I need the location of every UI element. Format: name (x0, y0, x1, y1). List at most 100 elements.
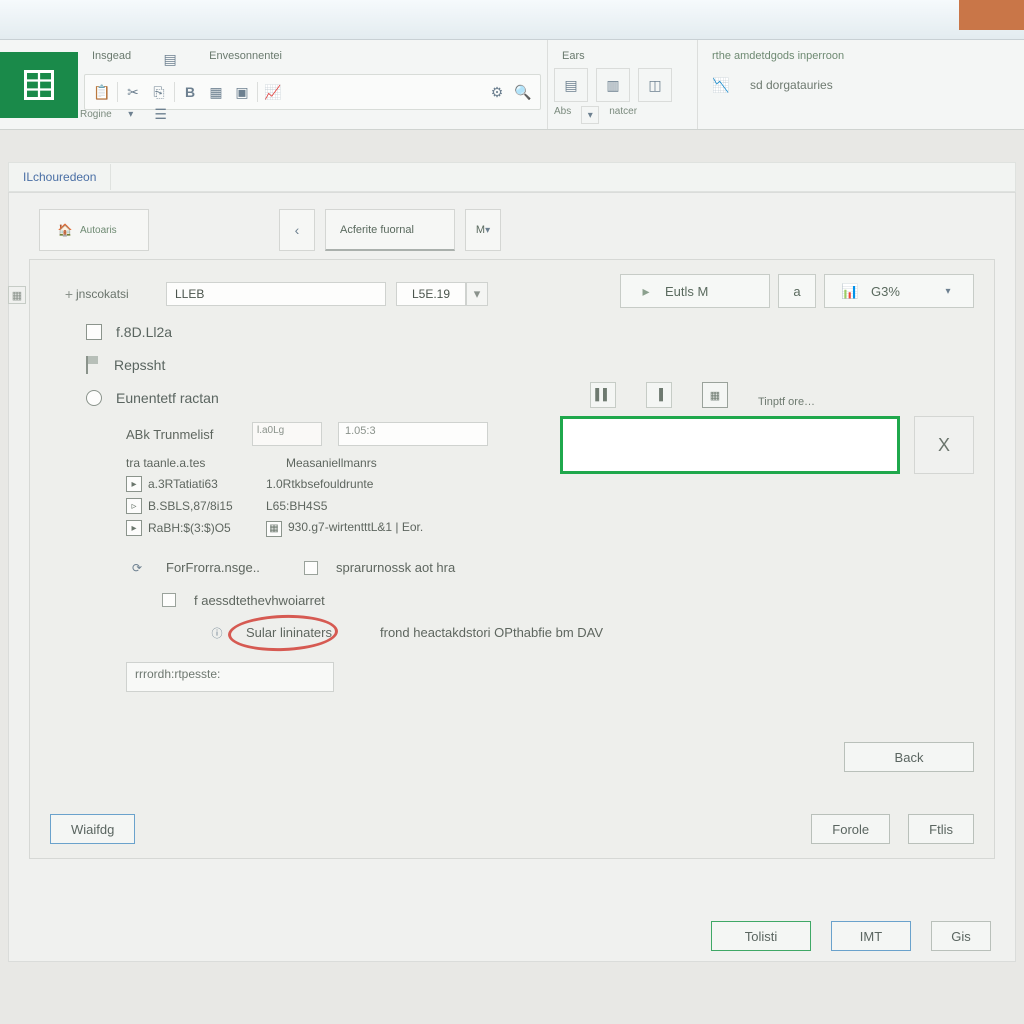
ribbon-tab-analysis[interactable]: rthe amdetdgods inperroon (704, 48, 892, 64)
chevron-left-icon: ‹ (294, 219, 300, 241)
flag-icon[interactable] (86, 356, 100, 374)
sub-tab-m[interactable]: M ▾ (465, 209, 501, 251)
sub-tab-strip: 🏠 Autoaris ‹ Acferite fuornal M ▾ (29, 209, 995, 251)
row3-a: RaBH:$(3:$)O5 (148, 521, 231, 535)
table-row[interactable]: ▸RaBH:$(3:$)O5 ▦930.g7-wirtentttL&1 | Eo… (126, 520, 968, 537)
entities-dropdown[interactable]: ▸ Eutls M (620, 274, 770, 308)
refresh-icon[interactable]: ⟳ (126, 557, 148, 579)
row-icon: ▸ (126, 520, 142, 536)
code-value[interactable]: L5E.19 (396, 282, 466, 306)
waiting-label: Wiaifdg (71, 822, 114, 837)
paste-icon[interactable]: 📋 (91, 81, 113, 103)
files-label: Ftlis (929, 822, 953, 837)
title-bar (0, 0, 1024, 40)
column-icon: ▐ (655, 389, 663, 401)
search-icon[interactable]: 🔍 (512, 81, 534, 103)
lower-2-label: f aessdtethevhwoiarret (194, 593, 325, 608)
separator (117, 82, 118, 102)
highlighted-input[interactable] (560, 416, 900, 474)
sparkline-icon[interactable]: 📉 (704, 68, 738, 102)
code-dropdown[interactable]: ▾ (466, 282, 488, 306)
checkbox-icon[interactable] (162, 593, 176, 607)
lower-row-1: ⟳ ForFrorra.nsge.. sprarurnossk aot hra (126, 557, 968, 579)
gear-icon[interactable]: ⚙ (486, 81, 508, 103)
content-frame: + jnscokatsi LLEB L5E.19 ▾ ▸ Eutls M a 📊… (29, 259, 995, 859)
ribbon-tab-data[interactable]: Ears (554, 48, 691, 64)
preview-icon-2[interactable]: ▐ (646, 382, 672, 408)
waiting-button[interactable]: Wiaifdg (50, 814, 135, 844)
side-anchor-icon[interactable]: ▦ (8, 286, 26, 304)
bold-icon[interactable]: B (179, 81, 201, 103)
total-label: Tolisti (745, 929, 778, 944)
lower-1a-label: ForFrorra.nsge.. (166, 560, 286, 575)
table-row[interactable]: ▸a.3RTatiati63 1.0Rtkbsefouldrunte (126, 476, 968, 492)
ribbon-tab-insert[interactable]: Envesonnentei (201, 48, 290, 70)
checkbox-icon[interactable] (304, 561, 318, 575)
separator (174, 82, 175, 102)
abs-long-input[interactable]: 1.05:3 (338, 422, 488, 446)
percent-prefix: a (793, 284, 800, 299)
parole-button[interactable]: Forole (811, 814, 890, 844)
option-2[interactable]: Repssht (86, 356, 968, 374)
option-1[interactable]: f.8D.Ll2a (86, 324, 968, 340)
option-2-label: Repssht (114, 357, 165, 373)
back-button[interactable]: Back (844, 742, 974, 772)
sub-tab-main[interactable]: 🏠 Autoaris (39, 209, 149, 251)
grid-icon: ▦ (710, 389, 720, 402)
close-label: Gis (951, 929, 971, 944)
insert-rows-icon[interactable]: ▤ (554, 68, 588, 102)
preview-icon-1[interactable]: ▌▌ (590, 382, 616, 408)
entities-label: Eutls M (665, 284, 708, 299)
launcher-icon[interactable]: ▾ (120, 103, 142, 125)
copy-icon[interactable]: ⎘ (148, 81, 170, 103)
chart-icon[interactable]: 📈 (262, 81, 284, 103)
checkbox-icon[interactable] (86, 324, 102, 340)
row3-b: 930.g7-wirtentttL&1 | Eor. (288, 520, 423, 534)
option-3-label: Eunentetf ractan (116, 390, 219, 406)
sub-tab-prev[interactable]: ‹ (279, 209, 315, 251)
record-input[interactable]: rrrordh:rtpesste: (126, 662, 334, 692)
preview-icon-3[interactable]: ▦ (702, 382, 728, 408)
group-label-editing: natcer (609, 106, 637, 124)
source-input[interactable]: LLEB (166, 282, 386, 306)
annotation-circle (227, 613, 338, 653)
plus-icon[interactable]: + (62, 283, 76, 305)
sub-tab-main-label: Autoaris (80, 225, 117, 236)
delete-rows-icon[interactable]: ▥ (596, 68, 630, 102)
dialog-panel: 🏠 Autoaris ‹ Acferite fuornal M ▾ + jnsc… (8, 192, 1016, 962)
percent-value: G3% (871, 284, 900, 299)
option-list: f.8D.Ll2a Repssht Eunentetf ractan (86, 324, 968, 406)
percent-value-box[interactable]: 📊 G3% ▾ (824, 274, 974, 308)
bar-icon: ▌▌ (595, 389, 611, 401)
app-icon[interactable] (0, 52, 78, 118)
init-button[interactable]: IMT (831, 921, 911, 951)
abs-mini-input[interactable]: l.a0Lg (252, 422, 322, 446)
fill-icon[interactable]: ▣ (231, 81, 253, 103)
preview-icon-row: ▌▌ ▐ ▦ Tinptf ore… (590, 382, 815, 408)
info-icon: ⓘ (206, 622, 228, 644)
cells-launcher-icon[interactable]: ▾ (581, 106, 599, 124)
files-button[interactable]: Ftlis (908, 814, 974, 844)
total-button[interactable]: Tolisti (711, 921, 811, 951)
circled-desc: frond heactakdstori OPthabfie bm DAV (380, 625, 603, 640)
panel-title[interactable]: ILchouredeon (9, 164, 111, 190)
border-icon[interactable]: ▦ (205, 81, 227, 103)
option-3[interactable]: Eunentetf ractan (86, 390, 968, 406)
close-button[interactable]: Gis (931, 921, 991, 951)
row-icon[interactable]: ☰ (150, 103, 172, 125)
percent-field[interactable]: a (778, 274, 816, 308)
format-icon[interactable]: ◫ (638, 68, 672, 102)
sub-tab-format[interactable]: Acferite fuornal (325, 209, 455, 251)
clear-button[interactable]: X (914, 416, 974, 474)
group-label-cells: Abs (554, 106, 571, 124)
sub-tab-m-label: M (476, 224, 485, 236)
radio-icon[interactable] (86, 390, 102, 406)
cut-icon[interactable]: ✂ (122, 81, 144, 103)
row-icon: ▸ (126, 476, 142, 492)
table-row[interactable]: ▹B.SBLS,87/8i15 L65:BH4S5 (126, 498, 968, 514)
inspect-link[interactable]: Tinptf ore… (758, 396, 815, 408)
lower-1b-label: sprarurnossk aot hra (336, 560, 455, 575)
ribbon-tab-home[interactable]: Insgead (84, 48, 139, 70)
option-1-label: f.8D.Ll2a (116, 324, 172, 340)
lower-row-2[interactable]: f aessdtethevhwoiarret (162, 593, 968, 608)
